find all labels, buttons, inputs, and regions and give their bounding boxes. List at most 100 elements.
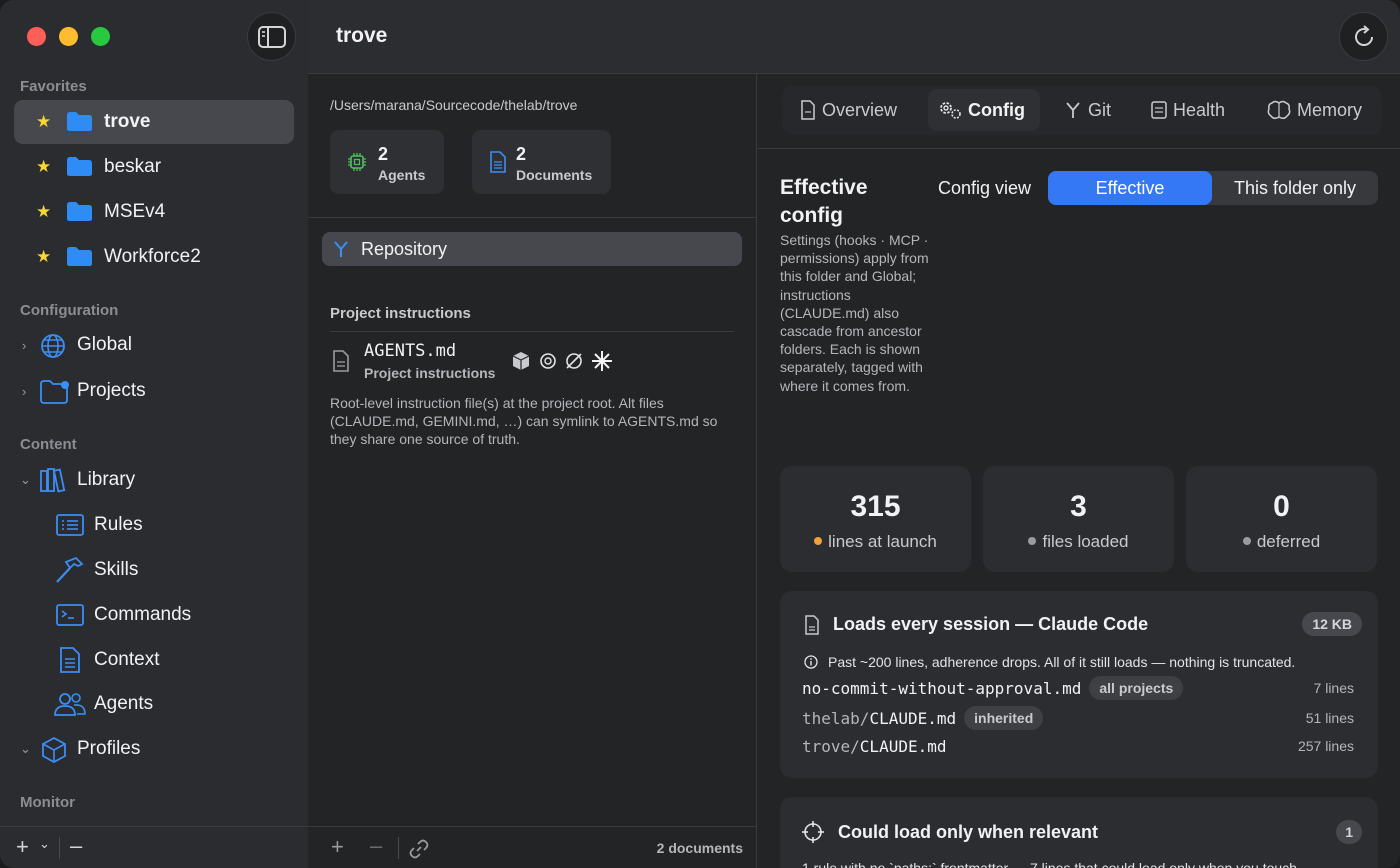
tab-git[interactable]: Git [1064,99,1111,121]
relevant-panel-title: Could load only when relevant [838,822,1099,842]
document-icon [801,100,815,120]
loaded-file-row[interactable]: thelab/CLAUDE.md inherited 51 lines [802,706,1354,730]
sidebar-item-label: Context [94,649,160,670]
repository-row[interactable]: Repository [322,232,742,266]
sidebar-item-label: Rules [94,514,143,535]
sidebar-item-label: Global [77,334,132,355]
refresh-button[interactable] [1339,12,1388,61]
status-dot [814,536,823,545]
status-dot [1242,536,1251,545]
sidebar-item-label: Skills [94,559,139,580]
detail-panel: Overview Config Git Health Memory Effect… [758,74,1400,868]
document-count: 2 documents [656,840,743,856]
metric-label-row: files loaded [983,532,1174,552]
metric-value: 315 [850,490,901,523]
add-icon[interactable]: + [331,834,344,860]
sidebar-item-beskar[interactable]: ★ beskar [14,145,294,189]
segment-effective[interactable]: Effective [1048,171,1212,205]
count-badge: 1 [1336,820,1362,844]
configuration-header: Configuration [20,302,119,319]
sidebar-item-label: MSEv4 [104,201,166,222]
document-icon [805,615,819,635]
line-count: 51 lines [1305,710,1354,726]
sidebar-item-skills[interactable]: Skills [54,552,294,588]
metric-label: files loaded [1042,532,1129,551]
documents-stat-card[interactable]: 2 Documents [472,130,611,194]
divider [308,217,757,218]
sidebar-item-library[interactable]: ⌄ Library [14,462,294,498]
remove-icon[interactable]: – [70,833,82,859]
documents-count: 2 [516,144,527,164]
zoom-window-button[interactable] [91,27,110,46]
sidebar-item-label: trove [104,111,151,132]
gears-icon [940,102,961,119]
repository-label: Repository [361,239,448,259]
box-icon [42,736,66,764]
favorites-header: Favorites [20,78,87,95]
tab-memory[interactable]: Memory [1267,99,1362,121]
agents-file-name[interactable]: AGENTS.md [364,341,456,361]
branch-icon [334,241,348,257]
sidebar-icon [257,25,286,48]
info-text: Past ~200 lines, adherence drops. All of… [828,654,1296,670]
sidebar-item-msev4[interactable]: ★ MSEv4 [14,190,294,234]
sidebar-toggle-button[interactable] [247,12,296,61]
chevron-down-icon[interactable]: ⌄ [39,836,50,852]
segment-this-folder-only[interactable]: This folder only [1212,171,1378,205]
metric-value: 0 [1273,490,1290,523]
clipboard-icon [1151,101,1167,119]
globe-icon [41,334,65,358]
divider [398,837,399,859]
list-icon [56,514,84,536]
sidebar-item-workforce2[interactable]: ★ Workforce2 [14,235,294,279]
sidebar-item-projects[interactable]: › Projects [14,373,294,409]
branch-icon [1066,102,1080,118]
people-icon [54,693,86,716]
sidebar-item-trove[interactable]: ★ trove [14,100,294,144]
sidebar-item-label: Workforce2 [104,246,201,267]
tab-health[interactable]: Health [1151,99,1225,121]
books-icon [40,468,66,493]
tab-overview[interactable]: Overview [800,99,897,121]
sidebar-item-label: Agents [94,693,154,714]
tab-config[interactable]: Config [938,99,1025,121]
config-view-label: Config view [938,178,1032,198]
tab-label: Health [1173,99,1226,120]
agents-stat-card[interactable]: 2 Agents [330,130,444,194]
loaded-file-row[interactable]: no-commit-without-approval.md all projec… [802,676,1354,700]
divider [59,837,60,859]
adherence-info: Past ~200 lines, adherence drops. All of… [804,654,1295,670]
config-view-segmented-control: Effective This folder only [1048,171,1378,205]
metric-card: 0 deferred [1186,466,1377,572]
session-panel-title: Loads every session — Claude Code [833,614,1149,634]
loaded-file-row[interactable]: trove/CLAUDE.md 257 lines [802,734,1354,758]
link-icon[interactable] [409,839,429,859]
sidebar-item-global[interactable]: › Global [14,327,294,363]
sidebar-toolbar: + ⌄ – [0,826,308,868]
relevant-load-panel: Could load only when relevant 1 [780,797,1378,868]
sidebar-item-rules[interactable]: Rules [54,507,294,543]
brain-icon [1267,100,1291,120]
sidebar-item-commands[interactable]: Commands [54,597,294,633]
divider [330,331,734,332]
tab-label: Memory [1297,99,1363,120]
info-icon [804,655,818,669]
document-icon [60,647,80,673]
sidebar-item-context[interactable]: Context [54,642,294,678]
openai-icon [540,353,556,369]
sidebar-item-profiles[interactable]: ⌄ Profiles [14,731,294,767]
sidebar-item-agents[interactable]: Agents [54,686,294,722]
close-window-button[interactable] [27,27,46,46]
content-header: Content [20,436,77,453]
document-icon [490,151,506,173]
window-title: trove [336,24,388,47]
remove-icon[interactable]: – [370,833,382,859]
effective-config-title: Effective config [780,176,868,227]
add-icon[interactable]: + [16,834,29,860]
tab-label: Overview [822,99,898,120]
documents-toolbar: + – 2 documents [308,826,757,868]
folder-icon [67,112,92,131]
tab-label: Config [968,99,1025,120]
sidebar-item-label: Library [77,469,136,490]
minimize-window-button[interactable] [59,27,78,46]
